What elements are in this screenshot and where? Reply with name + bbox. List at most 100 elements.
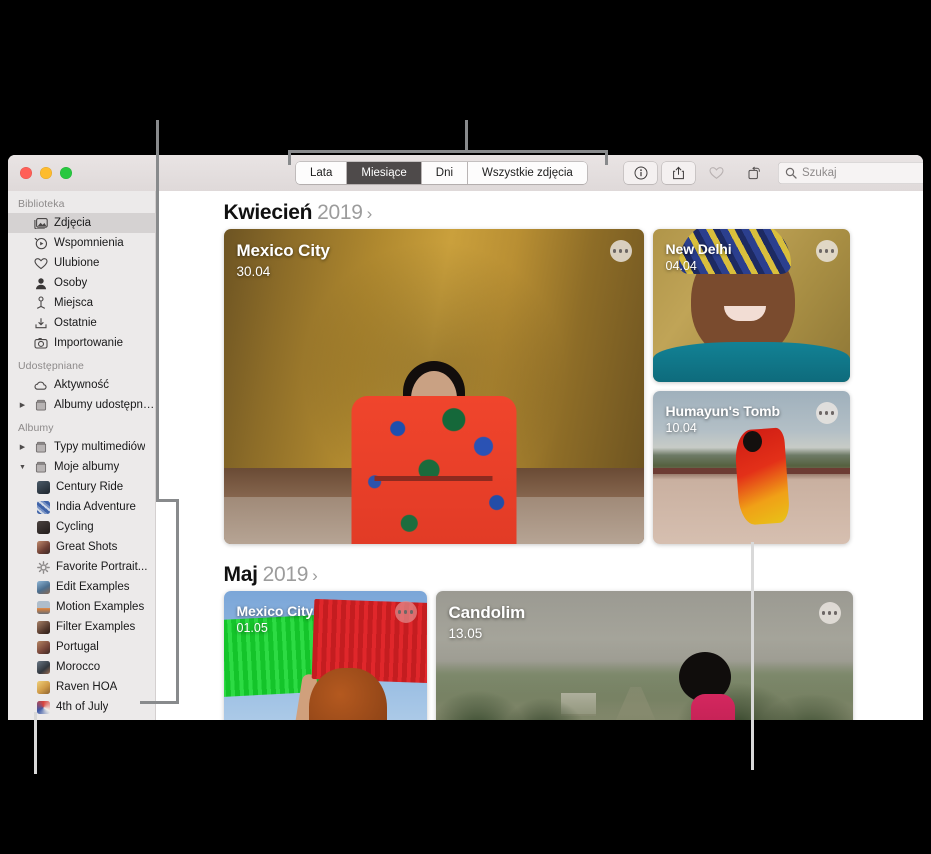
- photo-caption: Mexico City 30.04: [237, 241, 330, 279]
- more-options-button[interactable]: [818, 602, 841, 624]
- album-thumbnail: [37, 680, 50, 694]
- chevron-down-icon[interactable]: ▼: [18, 464, 27, 471]
- photo-row: Mexico City 30.04 New Delhi 04.04 Humayu…: [223, 229, 924, 544]
- photo-card[interactable]: Mexico City 30.04: [223, 229, 644, 544]
- sidebar-item-photos[interactable]: Zdjęcia: [8, 213, 155, 233]
- section-header-may[interactable]: Maj 2019 ›: [224, 563, 924, 587]
- sidebar-item-import[interactable]: Importowanie: [8, 333, 155, 353]
- close-button[interactable]: [20, 167, 32, 179]
- album-icon: [33, 398, 48, 413]
- photo-card[interactable]: Candolim 13.05: [435, 591, 853, 720]
- photo-row: Mexico City 01.05 Candolim 13.05: [223, 591, 924, 720]
- download-icon: [33, 316, 48, 331]
- sidebar-item-media-types[interactable]: ▶ Typy multimediów: [8, 437, 155, 457]
- photo-card[interactable]: Mexico City 01.05: [223, 591, 427, 720]
- album-label: Morocco: [56, 661, 101, 673]
- sidebar-item-favorites[interactable]: Ulubione: [8, 253, 155, 273]
- sidebar-item-recents[interactable]: Ostatnie: [8, 313, 155, 333]
- photo-card[interactable]: Humayun's Tomb 10.04: [652, 391, 850, 544]
- sidebar-album-item[interactable]: Filter Examples: [8, 617, 155, 637]
- photo-date: 13.05: [448, 626, 483, 641]
- chevron-right-icon[interactable]: ▶: [18, 443, 27, 451]
- sidebar-item-people[interactable]: Osoby: [8, 273, 155, 293]
- sidebar-header-albums: Albumy: [18, 422, 54, 434]
- view-mode-segmented-control[interactable]: Lata Miesiące Dni Wszystkie zdjęcia: [296, 162, 587, 184]
- sidebar-item-places[interactable]: Miejsca: [8, 293, 155, 313]
- photo-column: New Delhi 04.04 Humayun's Tomb 10.04: [652, 229, 850, 544]
- chevron-right-icon[interactable]: ▶: [18, 401, 27, 409]
- sidebar-album-item[interactable]: Motion Examples: [8, 597, 155, 617]
- album-thumbnail: [37, 540, 50, 554]
- album-thumbnail: [37, 580, 50, 594]
- segment-days[interactable]: Dni: [421, 162, 469, 184]
- album-label: 4th of July: [56, 701, 109, 713]
- smart-album-icon: [37, 560, 50, 575]
- album-thumbnail: [37, 640, 50, 654]
- sidebar-item-activity[interactable]: Aktywność: [8, 375, 155, 395]
- album-thumbnail: [37, 660, 50, 674]
- segment-months[interactable]: Miesiące: [347, 162, 422, 184]
- sidebar-item-memories[interactable]: Wspomnienia: [8, 233, 155, 253]
- callout-line-segmented-stem: [465, 120, 468, 152]
- more-options-button[interactable]: [394, 601, 417, 623]
- rotate-button[interactable]: [738, 162, 771, 184]
- more-options-button[interactable]: [815, 402, 838, 424]
- traffic-light-buttons[interactable]: [8, 167, 72, 179]
- photo-date: 10.04: [665, 421, 697, 435]
- album-label: Cycling: [56, 521, 94, 533]
- section-year: 2019: [317, 201, 363, 224]
- sidebar-album-item[interactable]: Century Ride: [8, 477, 155, 497]
- window-titlebar: Lata Miesiące Dni Wszystkie zdjęcia Szuk…: [8, 155, 923, 192]
- sidebar-album-item[interactable]: 4th of July: [8, 697, 155, 717]
- album-icon: [33, 460, 48, 475]
- photos-app-window: Lata Miesiące Dni Wszystkie zdjęcia Szuk…: [8, 155, 923, 720]
- minimize-button[interactable]: [40, 167, 52, 179]
- sidebar-item-label: Moje albumy: [54, 461, 120, 473]
- sidebar-item-label: Osoby: [54, 277, 88, 289]
- chevron-right-icon[interactable]: ›: [367, 204, 373, 223]
- album-label: Filter Examples: [56, 621, 136, 633]
- search-field[interactable]: Szukaj: [778, 162, 923, 184]
- segment-years[interactable]: Lata: [296, 162, 348, 184]
- callout-line-segmented-bracket: [288, 150, 608, 153]
- sidebar-item-shared-albums[interactable]: ▶ Albumy udostępniane: [8, 395, 155, 415]
- share-button[interactable]: [662, 162, 695, 184]
- photos-content-area[interactable]: Kwiecień 2019 › Mexico City 30.04 New De…: [155, 191, 924, 720]
- sidebar-item-my-albums[interactable]: ▼ Moje albumy: [8, 457, 155, 477]
- album-label: Favorite Portrait...: [56, 561, 148, 573]
- photo-title: New Delhi: [665, 241, 732, 257]
- section-month: Maj: [223, 563, 258, 586]
- sidebar[interactable]: Biblioteka Zdjęcia Wspomnienia Ulubione …: [8, 191, 156, 720]
- sidebar-item-label: Typy multimediów: [54, 441, 146, 453]
- photo-caption: Humayun's Tomb 10.04: [665, 403, 781, 435]
- section-header-april[interactable]: Kwiecień 2019 ›: [224, 201, 924, 225]
- sidebar-album-item[interactable]: Cycling: [8, 517, 155, 537]
- sidebar-album-item[interactable]: Raven HOA: [8, 677, 155, 697]
- callout-line-sidebar-bottom: [34, 712, 37, 774]
- zoom-button[interactable]: [60, 167, 72, 179]
- photo-title: Mexico City: [236, 241, 330, 260]
- album-label: Century Ride: [56, 481, 124, 493]
- cloud-icon: [33, 378, 48, 393]
- album-label: India Adventure: [56, 501, 136, 513]
- more-options-button[interactable]: [815, 240, 838, 262]
- sidebar-album-item[interactable]: Portugal: [8, 637, 155, 657]
- photo-title: Humayun's Tomb: [665, 403, 781, 419]
- album-thumbnail: [37, 480, 50, 494]
- info-button[interactable]: [624, 162, 657, 184]
- more-options-button[interactable]: [609, 240, 632, 262]
- album-label: Portugal: [56, 641, 99, 653]
- sidebar-album-item[interactable]: Morocco: [8, 657, 155, 677]
- sidebar-item-label: Importowanie: [54, 337, 124, 349]
- sidebar-album-item[interactable]: Favorite Portrait...: [8, 557, 155, 577]
- sidebar-album-item[interactable]: Great Shots: [8, 537, 155, 557]
- segment-all-photos[interactable]: Wszystkie zdjęcia: [468, 162, 587, 184]
- sidebar-item-label: Aktywność: [54, 379, 109, 391]
- chevron-right-icon[interactable]: ›: [312, 566, 318, 585]
- sidebar-item-label: Ostatnie: [54, 317, 97, 329]
- sidebar-album-item[interactable]: Edit Examples: [8, 577, 155, 597]
- favorite-button[interactable]: [700, 162, 733, 184]
- sidebar-album-item[interactable]: India Adventure: [8, 497, 155, 517]
- person-icon: [33, 276, 48, 291]
- photo-card[interactable]: New Delhi 04.04: [652, 229, 850, 382]
